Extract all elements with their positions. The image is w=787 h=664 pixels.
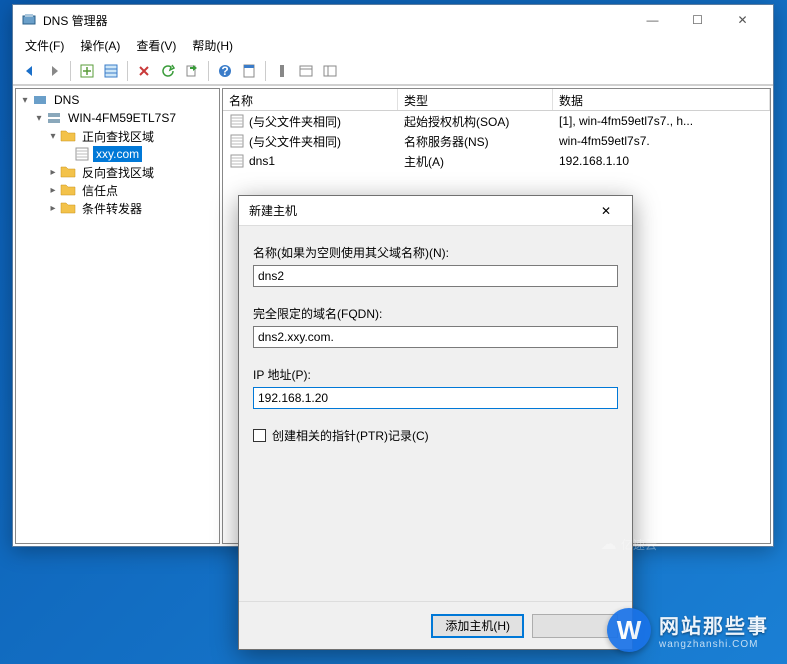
toolbar-separator [265,61,266,81]
pane2-button[interactable] [319,60,341,82]
toolbar-separator [208,61,209,81]
cancel-button[interactable] [532,614,618,638]
close-button[interactable]: ✕ [720,6,765,34]
tree-label: 信任点 [79,181,121,200]
expand-icon[interactable]: ▸ [46,167,60,178]
new-button[interactable] [76,60,98,82]
list-row[interactable]: (与父文件夹相同) 起始授权机构(SOA) [1], win-4fm59etl7… [223,111,770,131]
dialog-close-button[interactable]: ✕ [590,199,622,223]
tree-reverse-zones[interactable]: ▸ 反向查找区域 [18,163,217,181]
expand-icon[interactable]: ▾ [18,95,32,106]
expand-icon[interactable]: ▸ [46,185,60,196]
ptr-checkbox[interactable] [253,429,266,442]
name-input[interactable] [253,265,618,287]
cell-type: 主机(A) [398,152,553,171]
export-button[interactable] [181,60,203,82]
back-button[interactable] [19,60,41,82]
expand-icon[interactable]: ▾ [32,113,46,124]
svg-text:?: ? [221,64,228,78]
cell-name: dns1 [249,154,275,168]
folder-icon [60,200,76,216]
column-type[interactable]: 类型 [398,89,553,110]
filter-button[interactable] [271,60,293,82]
tree-label: 正向查找区域 [79,127,157,146]
menu-file[interactable]: 文件(F) [17,35,72,57]
tree-label: 反向查找区域 [79,163,157,182]
tree-zone-selected[interactable]: xxy.com [18,145,217,163]
cell-name: (与父文件夹相同) [249,133,341,150]
name-label: 名称(如果为空则使用其父域名称)(N): [253,244,618,261]
folder-icon [60,164,76,180]
list-row[interactable]: (与父文件夹相同) 名称服务器(NS) win-4fm59etl7s7. [223,131,770,151]
fqdn-input[interactable] [253,326,618,348]
list-view-button[interactable] [100,60,122,82]
expand-icon[interactable]: ▾ [46,131,60,142]
menu-action[interactable]: 操作(A) [72,35,128,57]
dns-icon [32,92,48,108]
toolbar: ? [13,57,773,85]
watermark-title: 网站那些事 [659,610,769,639]
app-icon [21,12,37,28]
folder-icon [60,182,76,198]
menu-help[interactable]: 帮助(H) [184,35,241,57]
tree-forward-zones[interactable]: ▾ 正向查找区域 [18,127,217,145]
ip-input[interactable] [253,387,618,409]
tree-label: 条件转发器 [79,199,145,218]
window-controls: — ☐ ✕ [630,6,765,34]
tree-label: WIN-4FM59ETL7S7 [65,110,179,126]
zone-icon [74,146,90,162]
titlebar: DNS 管理器 — ☐ ✕ [13,5,773,35]
cell-type: 起始授权机构(SOA) [398,112,553,131]
ip-label: IP 地址(P): [253,366,618,383]
menu-view[interactable]: 查看(V) [128,35,184,57]
column-name[interactable]: 名称 [223,89,398,110]
help-button[interactable]: ? [214,60,236,82]
watermark: W 网站那些事 wangzhanshi.COM [607,608,769,652]
toolbar-separator [127,61,128,81]
dialog-body: 名称(如果为空则使用其父域名称)(N): 完全限定的域名(FQDN): IP 地… [239,226,632,601]
tree-root[interactable]: ▾ DNS [18,91,217,109]
folder-icon [60,128,76,144]
window-title: DNS 管理器 [43,12,630,29]
add-host-button[interactable]: 添加主机(H) [431,614,524,638]
fqdn-label: 完全限定的域名(FQDN): [253,305,618,322]
toolbar-separator [70,61,71,81]
ptr-label: 创建相关的指针(PTR)记录(C) [272,427,429,444]
cell-name: (与父文件夹相同) [249,113,341,130]
maximize-button[interactable]: ☐ [675,6,720,34]
menubar: 文件(F) 操作(A) 查看(V) 帮助(H) [13,35,773,57]
record-icon [229,133,245,149]
tree-server[interactable]: ▾ WIN-4FM59ETL7S7 [18,109,217,127]
ptr-checkbox-row[interactable]: 创建相关的指针(PTR)记录(C) [253,427,618,444]
record-icon [229,153,245,169]
cell-data: win-4fm59etl7s7. [553,133,770,149]
cell-data: [1], win-4fm59etl7s7., h... [553,113,770,129]
cell-data: 192.168.1.10 [553,153,770,169]
column-data[interactable]: 数据 [553,89,770,110]
properties-button[interactable] [238,60,260,82]
list-row[interactable]: dns1 主机(A) 192.168.1.10 [223,151,770,171]
minimize-button[interactable]: — [630,6,675,34]
tree-label: xxy.com [93,146,142,162]
record-icon [229,113,245,129]
tree-pane[interactable]: ▾ DNS ▾ WIN-4FM59ETL7S7 ▾ 正向查找区域 xxy.com… [15,88,220,544]
cell-type: 名称服务器(NS) [398,132,553,151]
new-host-dialog: 新建主机 ✕ 名称(如果为空则使用其父域名称)(N): 完全限定的域名(FQDN… [238,195,633,650]
delete-button[interactable] [133,60,155,82]
watermark-yun: ☁ 亿速云 [601,534,657,554]
tree-trust-points[interactable]: ▸ 信任点 [18,181,217,199]
dialog-titlebar: 新建主机 ✕ [239,196,632,226]
tree-conditional-forwarders[interactable]: ▸ 条件转发器 [18,199,217,217]
tree-label: DNS [51,92,82,108]
watermark-badge: W [607,608,651,652]
refresh-button[interactable] [157,60,179,82]
expand-icon[interactable]: ▸ [46,203,60,214]
server-icon [46,110,62,126]
dialog-title: 新建主机 [249,202,590,219]
list-header: 名称 类型 数据 [223,89,770,111]
dialog-footer: 添加主机(H) [239,601,632,649]
pane-button[interactable] [295,60,317,82]
forward-button[interactable] [43,60,65,82]
watermark-sub: wangzhanshi.COM [659,639,769,650]
